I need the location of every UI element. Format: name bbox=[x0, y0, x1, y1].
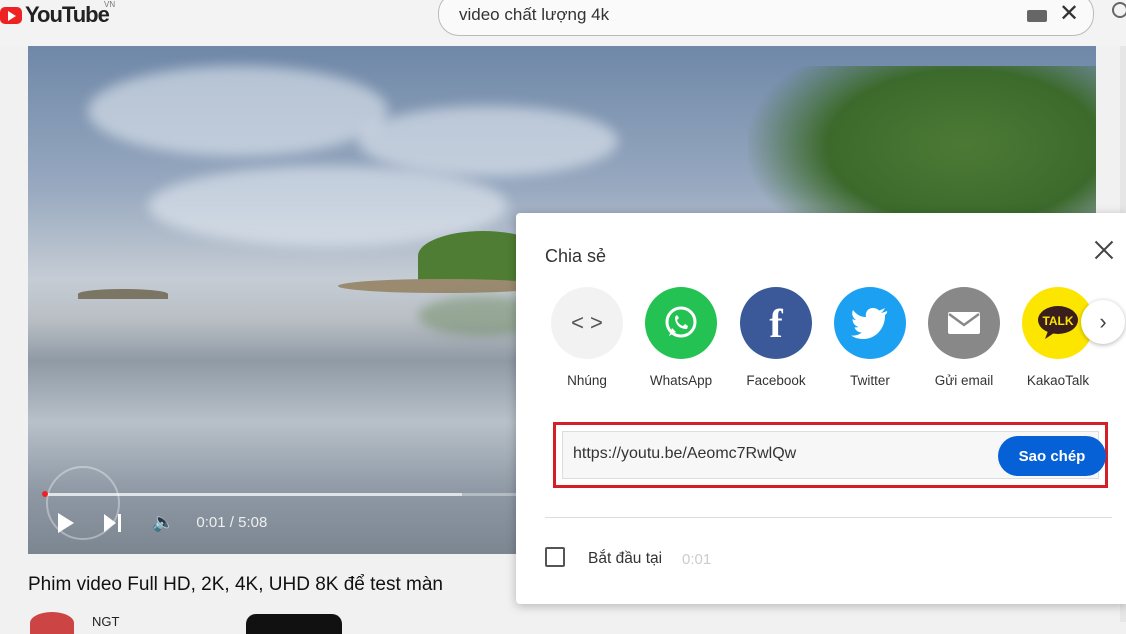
sky-cloud bbox=[88, 66, 388, 156]
time-display: 0:01 / 5:08 bbox=[196, 514, 268, 531]
share-label: Facebook bbox=[746, 373, 806, 388]
copy-button[interactable]: Sao chép bbox=[998, 436, 1106, 476]
subscribe-button[interactable] bbox=[246, 614, 342, 634]
svg-text:TALK: TALK bbox=[1042, 314, 1073, 328]
volume-icon[interactable]: 🔈 bbox=[152, 512, 174, 533]
divider bbox=[545, 517, 1112, 518]
clear-search-icon[interactable]: ✕ bbox=[1059, 0, 1079, 28]
embed-icon: < > bbox=[551, 287, 623, 359]
share-url-field[interactable]: https://youtu.be/Aeomc7RwlQw Sao chép bbox=[562, 431, 1106, 479]
share-label: KakaoTalk bbox=[1026, 373, 1090, 388]
close-icon[interactable] bbox=[1092, 238, 1116, 262]
share-url: https://youtu.be/Aeomc7RwlQw bbox=[573, 445, 797, 462]
share-label: Gửi email bbox=[934, 373, 994, 388]
youtube-logo-icon bbox=[0, 6, 22, 24]
share-url-highlight: https://youtu.be/Aeomc7RwlQw Sao chép bbox=[553, 422, 1108, 488]
share-twitter-button[interactable]: Twitter bbox=[830, 287, 910, 388]
next-icon[interactable] bbox=[104, 513, 122, 532]
share-facebook-button[interactable]: f Facebook bbox=[736, 287, 816, 388]
video-title: Phim video Full HD, 2K, 4K, UHD 8K để te… bbox=[28, 574, 443, 595]
keyboard-icon[interactable] bbox=[1027, 10, 1047, 22]
share-embed-button[interactable]: < > Nhúng bbox=[547, 287, 627, 388]
share-whatsapp-button[interactable]: WhatsApp bbox=[641, 287, 721, 388]
play-icon[interactable] bbox=[58, 512, 74, 533]
facebook-icon: f bbox=[740, 287, 812, 359]
progress-bar[interactable] bbox=[44, 493, 544, 496]
masthead: YouTube VN video chất lượng 4k ✕ bbox=[0, 0, 1126, 46]
whatsapp-icon bbox=[645, 287, 717, 359]
search-icon[interactable] bbox=[1112, 2, 1126, 18]
avatar[interactable] bbox=[30, 612, 74, 634]
start-at-label: Bắt đầu tại bbox=[588, 550, 663, 567]
progress-scrubber[interactable] bbox=[42, 491, 48, 497]
start-at-checkbox[interactable] bbox=[545, 547, 565, 567]
search-query: video chất lượng 4k bbox=[459, 5, 610, 24]
search-input[interactable]: video chất lượng 4k ✕ bbox=[438, 0, 1094, 36]
share-label: Nhúng bbox=[567, 373, 607, 388]
email-icon bbox=[928, 287, 1000, 359]
share-label: WhatsApp bbox=[649, 373, 713, 388]
youtube-logo[interactable]: YouTube VN bbox=[0, 0, 115, 28]
chevron-right-icon[interactable]: › bbox=[1081, 300, 1125, 344]
share-email-button[interactable]: Gửi email bbox=[924, 287, 1004, 388]
buffer-bar bbox=[44, 493, 462, 496]
twitter-icon bbox=[834, 287, 906, 359]
far-island bbox=[78, 289, 168, 299]
country-code: VN bbox=[104, 0, 116, 9]
sky-cloud bbox=[358, 106, 618, 176]
dialog-title: Chia sẻ bbox=[545, 246, 607, 266]
player-controls: 🔈 0:01 / 5:08 bbox=[58, 512, 267, 533]
start-at-time[interactable]: 0:01 bbox=[682, 551, 711, 568]
share-kakaotalk-button[interactable]: TALK KakaoTalk bbox=[1018, 287, 1098, 388]
share-dialog: Chia sẻ < > Nhúng WhatsApp f Facebook Tw… bbox=[516, 213, 1126, 604]
share-label: Twitter bbox=[850, 373, 890, 388]
logo-text: YouTube bbox=[25, 2, 110, 27]
